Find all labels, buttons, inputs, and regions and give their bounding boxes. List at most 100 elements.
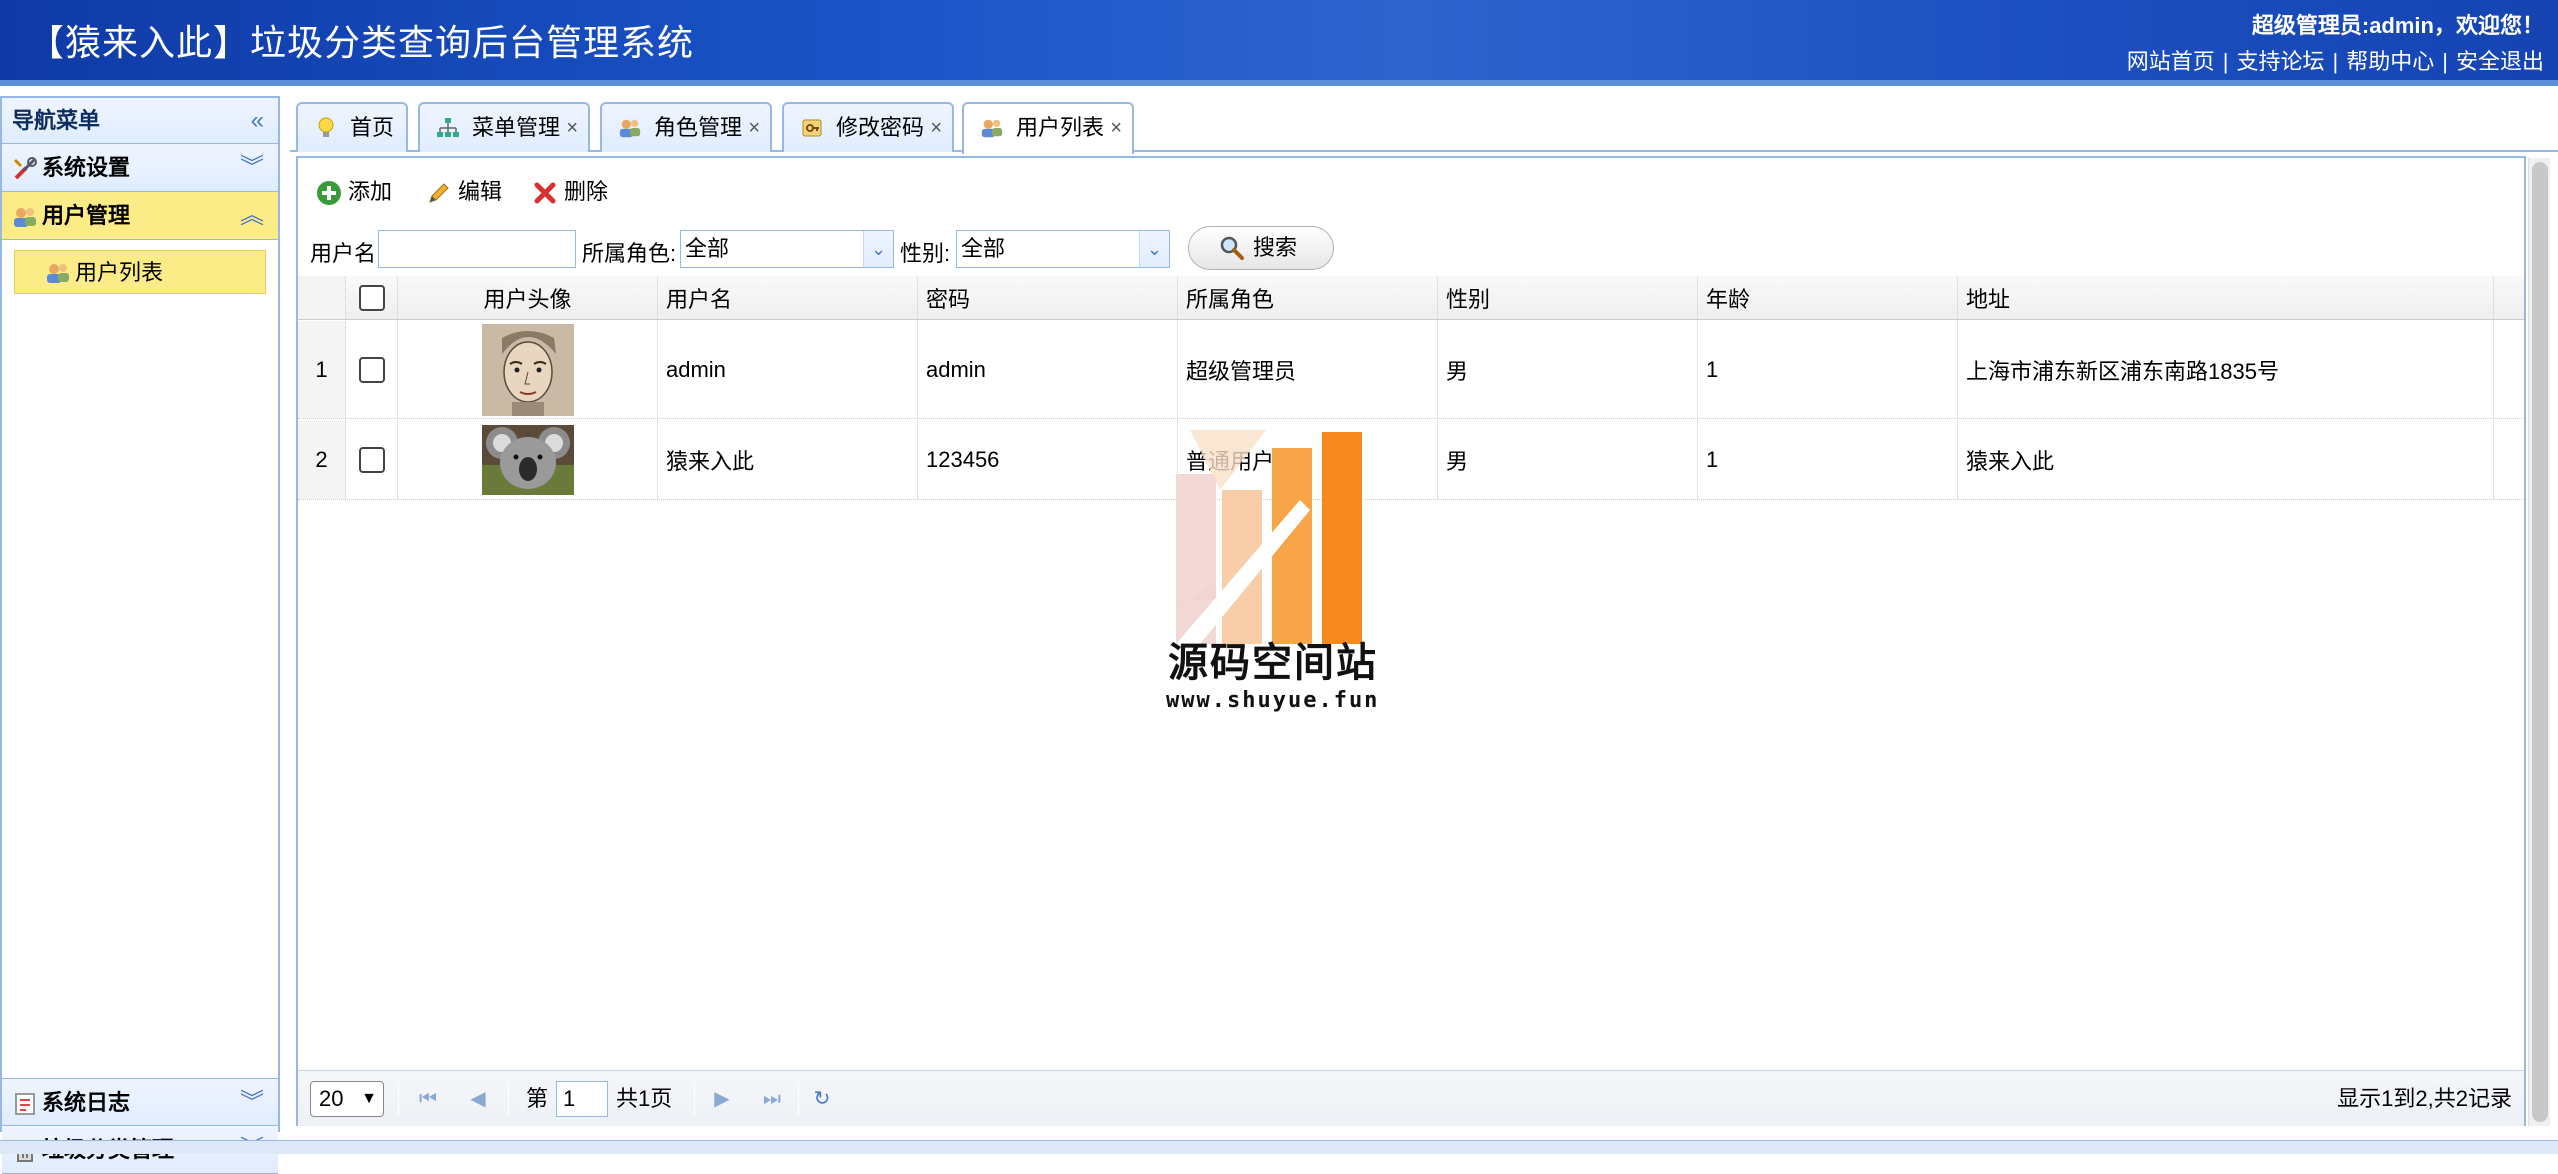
column-header[interactable]: 所属角色	[1178, 276, 1438, 319]
double-chevron-left-icon[interactable]: «	[251, 98, 264, 144]
chevron-down-icon[interactable]: ⌄	[863, 231, 893, 267]
top-links: 网站首页 | 支持论坛 | 帮助中心 | 安全退出	[2126, 49, 2544, 74]
row-checkbox-cell	[346, 420, 398, 499]
scrollbar-thumb[interactable]	[2532, 162, 2548, 1122]
link-forum[interactable]: 支持论坛	[2237, 49, 2325, 74]
link-logout[interactable]: 安全退出	[2456, 49, 2544, 74]
role-select-value: 全部	[685, 236, 730, 261]
column-header[interactable]: 用户名	[658, 276, 918, 319]
vertical-scrollbar[interactable]	[2528, 158, 2550, 1126]
app-title: 【猿来入此】垃圾分类查询后台管理系统	[28, 22, 695, 63]
plus-icon	[317, 181, 341, 205]
sidebar-group-body: 用户列表	[2, 240, 278, 1078]
sidebar-item-label: 用户列表	[75, 260, 164, 285]
close-icon[interactable]: ×	[930, 104, 942, 152]
cell-gender: 男	[1438, 420, 1698, 499]
add-button-label: 添加	[348, 179, 393, 204]
key-icon	[802, 119, 822, 137]
sidebar-group-system-settings[interactable]: 系统设置 ︾	[2, 144, 278, 192]
cell-address: 上海市浦东新区浦东南路1835号	[1958, 321, 2494, 418]
close-icon[interactable]: ×	[748, 104, 760, 152]
chevron-double-down-icon: ︾	[240, 154, 264, 181]
link-home[interactable]: 网站首页	[2127, 49, 2215, 74]
users-icon	[619, 119, 641, 138]
role-label: 所属角色:	[582, 241, 677, 266]
edit-button[interactable]: 编辑	[420, 172, 502, 212]
users-icon	[14, 208, 36, 228]
first-page-icon[interactable]: ⏮	[416, 1087, 440, 1111]
column-header[interactable]: 用户头像	[398, 276, 658, 319]
tab-menu-management[interactable]: 菜单管理 ×	[418, 102, 590, 152]
chevron-double-up-icon: ︽	[240, 202, 264, 229]
close-icon[interactable]: ×	[1110, 104, 1122, 152]
cell-role: 超级管理员	[1178, 321, 1438, 418]
sidebar-group-user-management[interactable]: 用户管理 ︽	[2, 192, 278, 240]
tab-label: 菜单管理	[472, 115, 561, 140]
gender-select-value: 全部	[961, 236, 1006, 261]
column-header[interactable]: 性别	[1438, 276, 1698, 319]
tab-change-password[interactable]: 修改密码 ×	[782, 102, 954, 152]
column-header[interactable]: 地址	[1958, 276, 2494, 319]
gender-select[interactable]: 全部 ⌄	[956, 230, 1170, 268]
row-checkbox[interactable]	[358, 446, 385, 473]
tab-user-list[interactable]: 用户列表 ×	[962, 102, 1134, 154]
next-page-icon[interactable]: ▶	[710, 1087, 734, 1111]
sidebar-item-user-list[interactable]: 用户列表	[14, 250, 266, 294]
sidebar: 导航菜单 « 系统设置 ︾ 用户管理 ︽ 用户列表 系统日志 ︾ 垃圾分类管理 …	[0, 96, 280, 1174]
row-checkbox[interactable]	[358, 356, 385, 383]
chevron-down-icon[interactable]: ⌄	[1139, 231, 1169, 267]
log-icon	[15, 1093, 35, 1116]
page-size-value: 20	[319, 1086, 344, 1111]
header-rownum	[298, 276, 346, 319]
bottom-status-bar	[0, 1140, 2558, 1154]
username-input[interactable]	[378, 230, 576, 268]
tab-role-management[interactable]: 角色管理 ×	[600, 102, 772, 152]
column-header[interactable]: 密码	[918, 276, 1178, 319]
app-header: 【猿来入此】垃圾分类查询后台管理系统 超级管理员:admin，欢迎您！ 网站首页…	[0, 0, 2558, 86]
page-number-input[interactable]: 1	[556, 1081, 608, 1117]
cell-gender: 男	[1438, 321, 1698, 418]
sidebar-group-label: 用户管理	[42, 203, 131, 228]
sidebar-group-label: 系统设置	[42, 155, 131, 180]
row-checkbox-cell	[346, 321, 398, 418]
add-button[interactable]: 添加	[310, 172, 392, 212]
prev-page-icon[interactable]: ◀	[466, 1087, 490, 1111]
sidebar-header: 导航菜单 «	[2, 98, 278, 144]
role-select[interactable]: 全部 ⌄	[680, 230, 894, 268]
row-number: 1	[298, 321, 346, 418]
cell-password: admin	[918, 321, 1178, 418]
page-size-select[interactable]: 20 ▼	[310, 1081, 384, 1117]
watermark-name: 源码空间站	[1168, 640, 1378, 686]
welcome-text: 超级管理员:admin，欢迎您！	[2251, 13, 2544, 38]
sidebar-group-system-log[interactable]: 系统日志 ︾	[2, 1078, 278, 1126]
cell-password: 123456	[918, 420, 1178, 499]
cell-age: 1	[1698, 321, 1958, 418]
search-button[interactable]: 搜索	[1188, 226, 1334, 270]
last-page-icon[interactable]: ⏭	[760, 1087, 784, 1111]
page-total: 共1页	[616, 1086, 673, 1111]
table-row[interactable]: 1 admin admin 超级管理员 男 1 上海市浦东新区浦东南路1835号	[298, 321, 2524, 419]
link-help[interactable]: 帮助中心	[2346, 49, 2434, 74]
sidebar-group-label: 系统日志	[42, 1090, 131, 1115]
delete-button[interactable]: 删除	[526, 172, 608, 212]
gender-label: 性别:	[900, 241, 951, 266]
edit-button-label: 编辑	[458, 179, 503, 204]
search-icon	[1220, 236, 1244, 260]
watermark-url: www.shuyue.fun	[1166, 688, 1380, 713]
cell-address: 猿来入此	[1958, 420, 2494, 499]
column-header[interactable]: 年龄	[1698, 276, 1958, 319]
tab-home[interactable]: 首页	[296, 102, 408, 152]
sidebar-title: 导航菜单	[12, 108, 101, 133]
refresh-icon[interactable]: ↻	[810, 1087, 834, 1111]
sitemap-icon	[437, 118, 459, 137]
username-label: 用户名:	[310, 241, 383, 266]
tab-label: 修改密码	[836, 115, 925, 140]
search-button-label: 搜索	[1253, 235, 1298, 260]
close-icon[interactable]: ×	[566, 104, 578, 152]
tab-label: 首页	[350, 115, 395, 140]
tab-label: 角色管理	[654, 115, 743, 140]
select-all-checkbox[interactable]	[358, 284, 385, 311]
users-icon	[47, 264, 69, 283]
tab-bar: 首页 菜单管理 × 角色管理 × 修改密码 × 用户列表 ×	[290, 96, 2558, 154]
cell-username: 猿来入此	[658, 420, 918, 499]
